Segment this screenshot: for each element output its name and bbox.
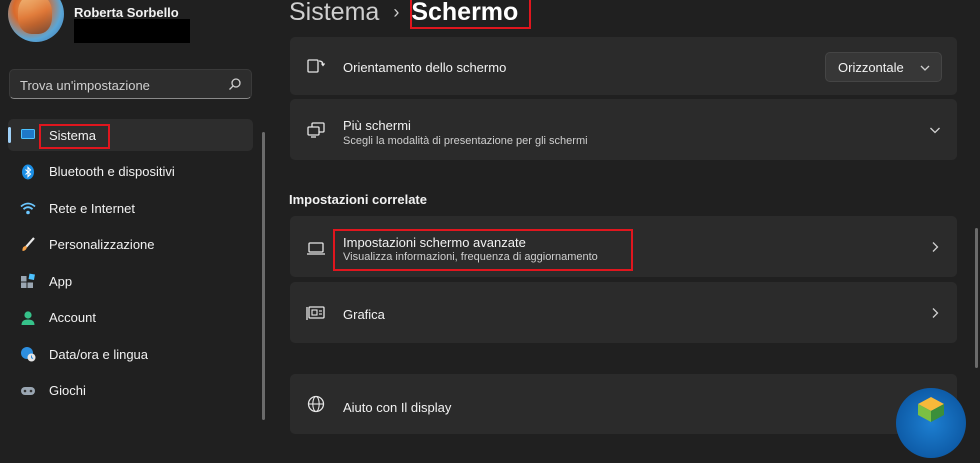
graphics-card-icon	[306, 306, 325, 320]
sidebar-item-app[interactable]: App	[8, 265, 253, 297]
graphics-card[interactable]: Grafica	[290, 282, 957, 343]
orientation-title: Orientamento dello schermo	[343, 60, 507, 75]
advanced-display-title: Impostazioni schermo avanzate	[343, 235, 526, 250]
dropdown-value: Orizzontale	[838, 60, 904, 75]
gamepad-icon	[20, 383, 36, 399]
person-icon	[20, 310, 36, 326]
advanced-display-card[interactable]: Impostazioni schermo avanzate Visualizza…	[290, 216, 957, 277]
globe-clock-icon	[20, 346, 36, 362]
sidebar-item-rete[interactable]: Rete e Internet	[8, 192, 253, 224]
sidebar-item-label: Personalizzazione	[49, 237, 155, 252]
breadcrumb-parent[interactable]: Sistema	[289, 0, 379, 27]
chevron-down-icon[interactable]	[929, 124, 941, 136]
sidebar-item-label: Account	[49, 310, 96, 325]
sidebar-nav: Sistema Bluetooth e dispositivi Rete e I…	[8, 119, 253, 411]
bluetooth-icon	[20, 164, 36, 180]
search-icon[interactable]	[228, 77, 242, 91]
graphics-title: Grafica	[343, 307, 385, 322]
monitor-icon	[20, 127, 36, 143]
main-scrollbar[interactable]	[975, 228, 978, 368]
user-name: Roberta Sorbello	[74, 5, 179, 20]
sidebar-item-account[interactable]: Account	[8, 302, 253, 334]
chevron-right-icon[interactable]	[929, 241, 941, 253]
breadcrumb-separator: ›	[393, 1, 400, 22]
screen-rotate-icon	[307, 59, 326, 73]
sidebar-item-label: Bluetooth e dispositivi	[49, 164, 175, 179]
orientation-card: Orientamento dello schermo Orizzontale	[290, 37, 957, 95]
chevron-right-icon[interactable]	[929, 307, 941, 319]
sidebar-item-giochi[interactable]: Giochi	[8, 375, 253, 407]
multiple-displays-title: Più schermi	[343, 118, 411, 133]
chevron-down-icon	[920, 65, 930, 71]
multiple-displays-card[interactable]: Più schermi Scegli la modalità di presen…	[290, 99, 957, 160]
sidebar-item-data-ora[interactable]: Data/ora e lingua	[8, 338, 253, 370]
sidebar-item-label: Sistema	[49, 127, 96, 143]
wifi-icon	[20, 200, 36, 216]
sidebar-item-personalizzazione[interactable]: Personalizzazione	[8, 229, 253, 261]
page-title: Schermo	[411, 0, 519, 26]
corner-logo	[896, 388, 966, 458]
search-input[interactable]	[18, 70, 222, 100]
globe-icon	[307, 395, 325, 413]
multiple-displays-subtitle: Scegli la modalità di presentazione per …	[343, 135, 588, 147]
advanced-display-subtitle: Visualizza informazioni, frequenza di ag…	[343, 251, 598, 263]
avatar	[8, 0, 64, 42]
user-profile[interactable]: Roberta Sorbello	[8, 0, 268, 48]
laptop-icon	[307, 242, 325, 255]
sidebar-item-label: Giochi	[49, 383, 86, 398]
orientation-dropdown[interactable]: Orizzontale	[825, 52, 942, 82]
brush-icon	[20, 236, 36, 253]
breadcrumb: Sistema › Schermo	[289, 0, 518, 30]
sidebar-item-label: Rete e Internet	[49, 200, 135, 216]
sidebar-scrollbar[interactable]	[262, 132, 265, 420]
help-display-title: Aiuto con Il display	[343, 400, 452, 415]
redacted-email	[74, 19, 190, 43]
related-settings-heading: Impostazioni correlate	[289, 192, 427, 207]
search-box[interactable]	[9, 69, 252, 100]
sidebar-item-bluetooth[interactable]: Bluetooth e dispositivi	[8, 156, 253, 188]
sidebar-item-label: App	[49, 273, 73, 289]
sidebar-item-label: Data/ora e lingua	[49, 346, 149, 362]
multiple-monitors-icon	[307, 122, 325, 138]
apps-icon	[20, 273, 36, 289]
sidebar: Roberta Sorbello Sistema Bluetooth e dis…	[0, 0, 268, 420]
cube-icon	[918, 397, 944, 422]
help-display-card[interactable]: Aiuto con Il display	[290, 374, 957, 434]
sidebar-item-sistema[interactable]: Sistema	[8, 119, 253, 151]
